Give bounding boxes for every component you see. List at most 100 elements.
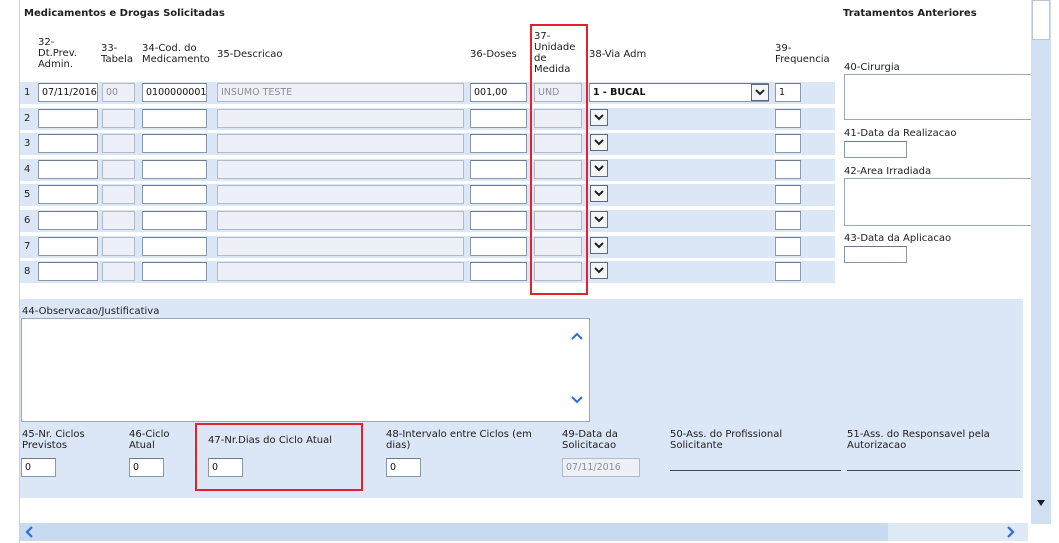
scroll-down-arrow-icon[interactable] [1034, 496, 1048, 513]
intervalo-ciclos-label: 48-Intervalo entre Ciclos (em dias) [386, 429, 532, 451]
chevron-down-icon[interactable] [570, 395, 584, 408]
dt-prev-admin-input[interactable] [38, 211, 98, 230]
tabela-input: 00 [102, 83, 135, 102]
chevron-down-icon[interactable] [590, 109, 608, 126]
via-adm-select[interactable]: 1 - BUCAL [589, 83, 769, 102]
cod-medicamento-input[interactable] [142, 109, 207, 128]
chevron-down-icon[interactable] [751, 84, 769, 101]
descricao-input [217, 134, 464, 153]
section-title: Medicamentos e Drogas Solicitadas [24, 8, 225, 19]
chevron-left-icon[interactable] [24, 525, 36, 542]
col-header-tabela: 33- Tabela [101, 43, 133, 65]
data-realizacao-input[interactable] [844, 141, 907, 158]
area-irradiada-label: 42-Area Irradiada [844, 166, 932, 177]
row-number: 5 [24, 189, 31, 200]
doses-input[interactable] [470, 211, 527, 230]
frequencia-input[interactable] [775, 211, 801, 230]
tabela-input [102, 109, 135, 128]
col-header-cod-medicamento: 34-Cod. do Medicamento [142, 43, 210, 65]
intervalo-ciclos-input[interactable]: 0 [386, 458, 421, 477]
descricao-input: INSUMO TESTE [217, 83, 464, 102]
row-number: 7 [24, 241, 31, 252]
data-aplicacao-label: 43-Data da Aplicacao [844, 233, 952, 244]
descricao-input [217, 160, 464, 179]
nr-ciclos-previstos-label: 45-Nr. Ciclos Previstos [22, 429, 85, 451]
descricao-input [217, 262, 464, 281]
cirurgia-textarea[interactable] [844, 74, 1032, 120]
doses-input[interactable] [470, 160, 527, 179]
dt-prev-admin-input[interactable] [38, 134, 98, 153]
dt-prev-admin-input[interactable] [38, 237, 98, 256]
descricao-input [217, 185, 464, 204]
doses-input[interactable] [470, 109, 527, 128]
data-aplicacao-input[interactable] [844, 246, 907, 263]
observacao-textarea[interactable] [21, 318, 590, 422]
doses-input[interactable] [470, 262, 527, 281]
chevron-down-icon[interactable] [590, 160, 608, 177]
row-number: 2 [24, 113, 31, 124]
frequencia-input[interactable] [775, 262, 801, 281]
cod-medicamento-input[interactable] [142, 134, 207, 153]
frequencia-input[interactable] [775, 160, 801, 179]
side-section-title: Tratamentos Anteriores [843, 8, 977, 19]
chevron-down-icon[interactable] [590, 134, 608, 151]
chevron-up-icon[interactable] [570, 331, 584, 344]
chevron-down-icon[interactable] [590, 185, 608, 202]
vertical-scrollbar[interactable] [1031, 0, 1051, 524]
frequencia-input[interactable]: 1 [775, 83, 801, 102]
data-realizacao-label: 41-Data da Realizacao [844, 128, 957, 139]
cirurgia-label: 40-Cirurgia [844, 62, 900, 73]
ciclo-atual-label: 46-Ciclo Atual [129, 429, 170, 451]
ass-profissional-label: 50-Ass. do Profissional Solicitante [670, 429, 783, 451]
chevron-down-icon[interactable] [590, 237, 608, 254]
dt-prev-admin-input[interactable] [38, 160, 98, 179]
area-irradiada-textarea[interactable] [844, 178, 1032, 226]
dt-prev-admin-input[interactable] [38, 262, 98, 281]
nr-ciclos-previstos-input[interactable]: 0 [21, 458, 56, 477]
dt-prev-admin-input[interactable]: 07/11/2016 [38, 83, 98, 102]
data-solicitacao-label: 49-Data da Solicitacao [562, 429, 618, 451]
cod-medicamento-input[interactable] [142, 211, 207, 230]
frequencia-input[interactable] [775, 134, 801, 153]
vertical-scroll-thumb[interactable] [1032, 0, 1050, 40]
doses-input[interactable] [470, 237, 527, 256]
col-header-dt-prev: 32- Dt.Prev. Admin. [38, 37, 78, 70]
cod-medicamento-input[interactable]: 0100000001 [142, 83, 207, 102]
cod-medicamento-input[interactable] [142, 262, 207, 281]
ass-responsavel-label: 51-Ass. do Responsavel pela Autorizacao [847, 429, 990, 451]
row-number: 3 [24, 138, 31, 149]
tabela-input [102, 262, 135, 281]
row-number: 6 [24, 215, 31, 226]
dt-prev-admin-input[interactable] [38, 109, 98, 128]
ciclo-atual-input[interactable]: 0 [129, 458, 164, 477]
dt-prev-admin-input[interactable] [38, 185, 98, 204]
doses-input[interactable]: 001,00 [470, 83, 527, 102]
col-header-via-adm: 38-Via Adm [589, 49, 647, 60]
col-header-doses: 36-Doses [470, 49, 517, 60]
tabela-input [102, 185, 135, 204]
chevron-down-icon[interactable] [590, 262, 608, 279]
frequencia-input[interactable] [775, 185, 801, 204]
row-number: 1 [24, 87, 31, 98]
chevron-right-icon[interactable] [1004, 525, 1016, 542]
ass-profissional-signature-line [670, 470, 841, 471]
frequencia-input[interactable] [775, 237, 801, 256]
cod-medicamento-input[interactable] [142, 160, 207, 179]
tabela-input [102, 134, 135, 153]
cod-medicamento-input[interactable] [142, 237, 207, 256]
col-header-frequencia: 39- Frequencia [775, 43, 830, 65]
doses-input[interactable] [470, 185, 527, 204]
highlight-box-unidade [530, 24, 588, 295]
descricao-input [217, 109, 464, 128]
left-frame-edge [0, 0, 20, 543]
row-number: 8 [24, 266, 31, 277]
frequencia-input[interactable] [775, 109, 801, 128]
descricao-input [217, 237, 464, 256]
ass-responsavel-signature-line [847, 470, 1020, 471]
doses-input[interactable] [470, 134, 527, 153]
cod-medicamento-input[interactable] [142, 185, 207, 204]
descricao-input [217, 211, 464, 230]
tabela-input [102, 211, 135, 230]
horizontal-scrollbar[interactable] [20, 523, 1028, 541]
chevron-down-icon[interactable] [590, 211, 608, 228]
